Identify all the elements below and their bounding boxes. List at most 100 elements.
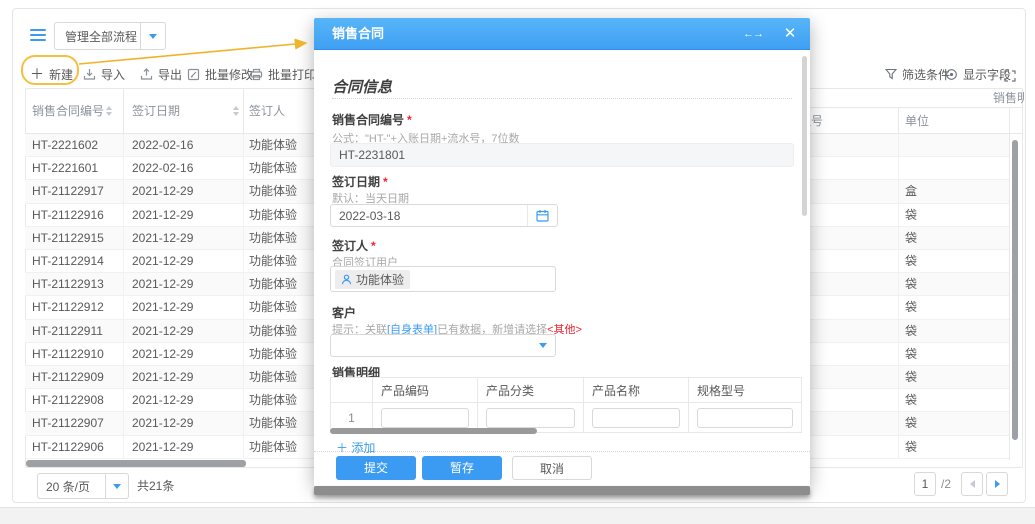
cell-signer: 功能体验 — [249, 389, 297, 411]
divider — [243, 88, 244, 134]
field-label-sign-date: 签订日期* — [332, 173, 388, 190]
cell-unit: 袋 — [905, 296, 917, 318]
signer-input[interactable]: 功能体验 — [330, 266, 556, 292]
workflow-selector[interactable]: 管理全部流程 — [54, 22, 166, 50]
add-row-link[interactable]: ＋ 添加 — [336, 439, 375, 456]
cell-unit: 袋 — [905, 273, 917, 295]
cancel-button[interactable]: 取消 — [512, 456, 592, 480]
modal-horizontal-scrollbar[interactable] — [314, 486, 810, 495]
expand-icon[interactable]: ←→ — [740, 18, 766, 50]
column-header-contract-no[interactable]: 销售合同编号 — [32, 88, 104, 134]
field-label-customer: 客户 — [332, 304, 356, 321]
cell-signer: 功能体验 — [249, 320, 297, 342]
cell-unit: 袋 — [905, 250, 917, 272]
new-button[interactable]: ＋ 新建 — [30, 62, 73, 86]
export-button[interactable]: 导出 — [140, 62, 182, 86]
divider — [105, 474, 106, 498]
detail-table: 产品编码 产品分类 产品名称 规格型号 1 — [330, 377, 802, 433]
cell-signer: 功能体验 — [249, 343, 297, 365]
close-icon[interactable]: ✕ — [780, 18, 800, 50]
spec-input[interactable] — [697, 408, 793, 428]
cell-signer: 功能体验 — [249, 227, 297, 249]
plus-icon: ＋ — [336, 441, 348, 455]
total-count: 共21条 — [137, 473, 174, 499]
customer-select[interactable] — [330, 334, 556, 357]
cell-signer: 功能体验 — [249, 436, 297, 458]
screen: 管理全部流程 ＋ 新建 导入 导出 批量修改 批量打印 筛选条件 显示字段 销售… — [0, 0, 1035, 524]
show-fields-button[interactable]: 显示字段 — [945, 62, 1011, 86]
sort-icon[interactable] — [106, 106, 112, 116]
import-button[interactable]: 导入 — [83, 62, 125, 86]
cell-contract-no: HT-21122911 — [32, 320, 103, 342]
chevron-down-icon — [149, 34, 157, 39]
cell-unit: 袋 — [905, 366, 917, 388]
horizontal-scrollbar[interactable] — [26, 460, 246, 467]
filter-button[interactable]: 筛选条件 — [885, 62, 950, 86]
calendar-icon[interactable] — [528, 209, 557, 222]
edit-icon — [187, 68, 200, 81]
cell-signer: 功能体验 — [249, 157, 297, 179]
cell-sign-date: 2021-12-29 — [132, 250, 193, 272]
batch-print-button[interactable]: 批量打印 — [250, 62, 316, 86]
sign-date-input[interactable]: 2022-03-18 — [330, 204, 558, 227]
fullscreen-icon[interactable] — [1004, 64, 1016, 88]
sort-icon[interactable] — [233, 106, 239, 116]
cell-contract-no: HT-2221602 — [32, 134, 98, 156]
page-size-select[interactable]: 20 条/页 — [37, 473, 129, 499]
divider — [123, 88, 124, 134]
cell-contract-no: HT-21122917 — [32, 180, 104, 202]
cell-contract-no: HT-21122915 — [32, 227, 104, 249]
contract-no-input: HT-2231801 — [330, 143, 794, 167]
current-page: 1 — [922, 477, 929, 491]
chevron-left-icon — [970, 480, 975, 488]
cell-contract-no: HT-21122909 — [32, 366, 104, 388]
cell-contract-no: HT-21122906 — [32, 436, 104, 458]
batch-edit-button[interactable]: 批量修改 — [187, 62, 253, 86]
column-header-unit[interactable]: 单位 — [905, 108, 929, 134]
current-page-box[interactable]: 1 — [914, 472, 936, 496]
signer-value: 功能体验 — [356, 271, 404, 288]
batch-edit-label: 批量修改 — [205, 66, 253, 83]
product-name-input[interactable] — [592, 408, 680, 428]
cell-sign-date: 2022-02-16 — [132, 157, 193, 179]
detail-horizontal-scrollbar[interactable] — [330, 428, 537, 434]
cell-unit: 袋 — [905, 320, 917, 342]
product-category-input[interactable] — [486, 408, 575, 428]
cell-contract-no: HT-21122916 — [32, 204, 104, 226]
detail-col-index — [331, 378, 373, 402]
column-header-signer[interactable]: 签订人 — [249, 88, 285, 134]
signer-tag[interactable]: 功能体验 — [335, 270, 410, 289]
save-draft-button[interactable]: 暂存 — [422, 456, 502, 480]
export-button-label: 导出 — [158, 66, 182, 83]
product-code-input[interactable] — [381, 408, 469, 428]
cell-contract-no: HT-2221601 — [32, 157, 98, 179]
export-icon — [140, 68, 153, 81]
vertical-scrollbar[interactable] — [1012, 140, 1018, 440]
filter-button-label: 筛选条件 — [902, 66, 950, 83]
column-header-sign-date[interactable]: 签订日期 — [132, 88, 180, 134]
cell-unit: 盒 — [905, 180, 917, 202]
modal-vertical-scrollbar[interactable] — [802, 56, 807, 216]
import-icon — [83, 68, 96, 81]
divider — [123, 134, 124, 459]
workflow-selector-label: 管理全部流程 — [55, 28, 140, 45]
print-icon — [250, 68, 263, 81]
divider — [898, 108, 899, 134]
person-icon — [341, 274, 352, 285]
menu-icon[interactable] — [30, 29, 46, 42]
cell-signer: 功能体验 — [249, 273, 297, 295]
filter-icon — [885, 68, 897, 80]
divider — [332, 98, 792, 99]
prev-page-button[interactable] — [961, 472, 983, 496]
contract-no-value: HT-2231801 — [331, 148, 405, 162]
cell-signer: 功能体验 — [249, 296, 297, 318]
submit-button[interactable]: 提交 — [336, 456, 416, 480]
cell-unit: 袋 — [905, 204, 917, 226]
chevron-right-icon — [995, 480, 1000, 488]
detail-col-product-name: 产品名称 — [584, 378, 689, 402]
divider — [140, 23, 141, 49]
import-button-label: 导入 — [101, 66, 125, 83]
cell-sign-date: 2021-12-29 — [132, 436, 193, 458]
next-page-button[interactable] — [986, 472, 1008, 496]
plus-icon: ＋ — [30, 64, 44, 84]
